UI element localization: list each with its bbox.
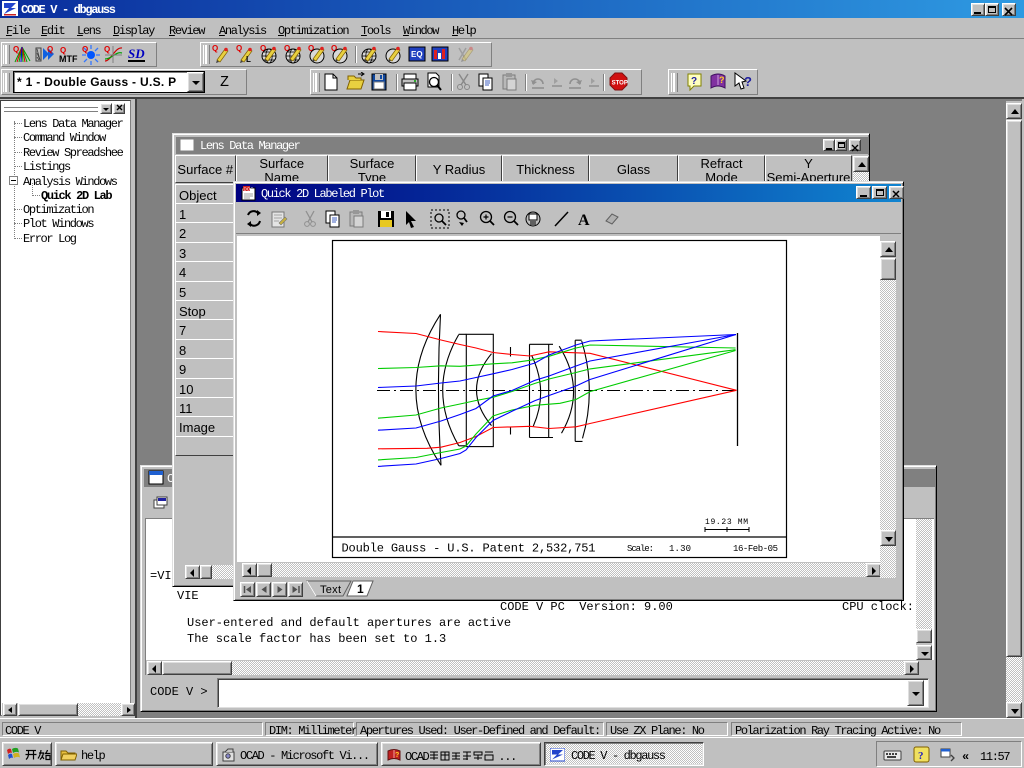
- svg-text:19.23 MM: 19.23 MM: [705, 518, 748, 527]
- svg-text:DOC: DOC: [244, 187, 255, 192]
- svg-text:1.30: 1.30: [669, 544, 691, 554]
- svg-text:Q: Q: [104, 45, 110, 54]
- svg-text:SD: SD: [128, 46, 145, 61]
- svg-text:STOP: STOP: [612, 81, 628, 87]
- svg-text:16-Feb-05: 16-Feb-05: [733, 544, 778, 554]
- svg-text:Text: Text: [320, 584, 341, 596]
- svg-text:Double Gauss - U.S. Patent 2,5: Double Gauss - U.S. Patent 2,532,751: [342, 542, 596, 556]
- svg-text:?: ?: [719, 75, 725, 85]
- svg-text:L: L: [246, 55, 251, 64]
- svg-text:1: 1: [357, 582, 364, 596]
- svg-text:A: A: [578, 212, 590, 229]
- svg-text:MTF: MTF: [59, 54, 78, 64]
- svg-text:?: ?: [918, 750, 924, 762]
- svg-text:Q: Q: [13, 45, 19, 54]
- svg-text:?: ?: [395, 752, 399, 759]
- svg-text:EQ: EQ: [411, 50, 423, 59]
- svg-text:?: ?: [691, 76, 697, 87]
- svg-text:?: ?: [744, 74, 752, 89]
- svg-text:Q: Q: [47, 45, 53, 54]
- svg-text:Q: Q: [82, 45, 88, 54]
- svg-text:Scale:: Scale:: [627, 544, 654, 554]
